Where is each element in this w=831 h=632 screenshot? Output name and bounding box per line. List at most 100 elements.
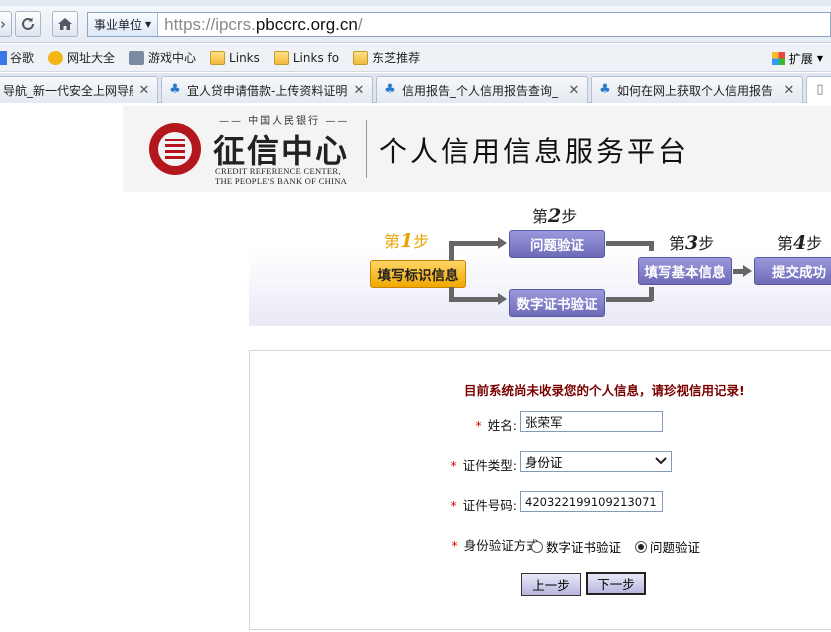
tab-credit-report[interactable]: ♣ 信用报告_个人信用报告查询_ ✕ — [376, 76, 588, 103]
bank-name-cn: —— 中国人民银行 —— — [219, 116, 350, 127]
system-notice: 目前系统尚未收录您的个人信息，请珍视信用记录! — [464, 383, 745, 398]
page-icon: ▯ — [816, 82, 824, 97]
zone-dropdown[interactable]: 事业单位 ▼ — [88, 13, 159, 36]
bookmarks-bar: 谷歌 网址大全 游戏中心 Links Links fo 东芝推荐 扩展 ▼ — [0, 44, 831, 72]
nav-icon — [48, 50, 64, 65]
extensions-label: 扩展 — [788, 52, 813, 66]
id-type-label: * 证件类型: — [450, 458, 517, 473]
radio-cert-verify[interactable]: 数字证书验证 — [531, 537, 621, 556]
bookmark-label: 东芝推荐 — [372, 51, 421, 65]
required-mark: * — [451, 538, 458, 553]
folder-icon — [210, 50, 226, 65]
en-line-2: THE PEOPLE'S BANK OF CHINA — [215, 176, 348, 186]
en-line-1: CREDIT REFERENCE CENTER, — [215, 166, 341, 176]
bookmark-label: 谷歌 — [10, 51, 35, 65]
center-name-en: CREDIT REFERENCE CENTER, THE PEOPLE'S BA… — [215, 166, 347, 186]
step-2-label: 第2步 — [532, 205, 578, 227]
site-banner: —— 中国人民银行 —— 征信中心 CREDIT REFERENCE CENTE… — [123, 106, 831, 192]
required-mark: * — [450, 458, 457, 473]
step-question-verify: 问题验证 — [509, 230, 605, 258]
extensions-icon — [771, 52, 785, 65]
radio-question-verify[interactable]: 问题验证 — [635, 537, 700, 556]
arrow-line — [606, 297, 652, 302]
id-number-label: * 证件号码: — [450, 498, 517, 513]
step-cert-verify: 数字证书验证 — [509, 289, 605, 317]
tab-how-to[interactable]: ♣ 如何在网上获取个人信用报告 ✕ — [591, 76, 803, 103]
chevron-down-icon: ▼ — [816, 54, 823, 63]
forward-button[interactable]: › — [0, 11, 12, 37]
radio-circle[interactable] — [635, 540, 647, 553]
bookmark-links[interactable]: Links — [210, 50, 260, 65]
radio-circle[interactable] — [531, 540, 543, 553]
required-mark: * — [450, 498, 457, 513]
id-type-value: 身份证 — [525, 455, 563, 470]
web-page: —— 中国人民银行 —— 征信中心 CREDIT REFERENCE CENTE… — [0, 104, 831, 632]
site-favicon-icon: ♣ — [384, 82, 396, 97]
arrow-head — [743, 265, 752, 277]
arrow-line — [606, 241, 652, 246]
tab-title: 信用报告_个人信用报告查询_ — [402, 83, 559, 98]
bookmark-url-directory[interactable]: 网址大全 — [48, 49, 115, 66]
folder-icon — [353, 50, 369, 65]
prev-step-button[interactable]: 上一步 — [521, 573, 581, 596]
required-mark: * — [475, 418, 482, 433]
arrow-line — [449, 297, 499, 302]
url-text[interactable]: https://ipcrs.pbccrc.org.cn/ — [164, 15, 362, 35]
banner-divider — [366, 120, 367, 178]
id-number-input[interactable] — [520, 491, 663, 512]
platform-title: 个人信用信息服务平台 — [379, 135, 690, 168]
bookmark-label: 游戏中心 — [148, 51, 197, 65]
bookmark-label: 网址大全 — [67, 51, 116, 65]
step-4-label: 第4步 — [777, 232, 823, 254]
step-progress: 第1步 第2步 第3步 第4步 填写标识信息 问题验证 数字证书验证 填写基本信… — [249, 199, 831, 326]
close-icon[interactable]: ✕ — [567, 83, 581, 98]
id-type-select[interactable]: 身份证 — [520, 451, 672, 472]
close-icon[interactable]: ✕ — [782, 83, 796, 98]
zone-label: 事业单位 — [94, 18, 143, 32]
refresh-icon — [22, 17, 34, 30]
radio-label: 问题验证 — [650, 540, 701, 555]
step-submit-success: 提交成功 — [754, 257, 831, 285]
tab-yirendai[interactable]: ♣ 宜人贷申请借款-上传资料证明 ✕ — [161, 76, 373, 103]
step-1-label: 第1步 — [384, 230, 430, 252]
folder-icon — [273, 50, 289, 65]
game-icon — [129, 50, 145, 65]
bookmark-game-center[interactable]: 游戏中心 — [129, 49, 196, 66]
site-favicon-icon: ♣ — [169, 82, 181, 97]
step-3-label: 第3步 — [669, 232, 715, 254]
name-input[interactable] — [520, 411, 663, 432]
url-suffix: / — [357, 14, 363, 34]
arrow-line — [649, 287, 654, 301]
step-fill-identity: 填写标识信息 — [370, 260, 466, 288]
arrow-line — [449, 241, 499, 246]
address-toolbar: › 事业单位 ▼ https://ipcrs.pbccrc.org.cn/ — [0, 6, 831, 43]
verify-method-label: * 身份验证方式: — [451, 538, 543, 553]
refresh-button[interactable] — [15, 11, 41, 37]
address-bar[interactable]: 事业单位 ▼ https://ipcrs.pbccrc.org.cn/ — [87, 12, 831, 37]
bookmark-links-fo[interactable]: Links fo — [273, 50, 340, 65]
tab-title: 宜人贷申请借款-上传资料证明 — [187, 83, 348, 98]
credit-center-logo — [149, 123, 201, 175]
identity-form: 目前系统尚未收录您的个人信息，请珍视信用记录! *姓名: *证件类型: 身份证 … — [249, 350, 831, 630]
tab-navigation[interactable]: 导航_新一代安全上网导航 ✕ — [0, 76, 158, 103]
home-icon — [58, 18, 72, 30]
bookmark-toshiba[interactable]: 东芝推荐 — [353, 49, 420, 66]
extensions-button[interactable]: 扩展 ▼ — [771, 50, 823, 67]
tab-title: 导航_新一代安全上网导航 — [3, 83, 133, 98]
url-prefix: https://ipcrs. — [164, 14, 256, 34]
site-favicon-icon: ♣ — [599, 82, 611, 97]
chevron-down-icon: ▼ — [145, 20, 152, 29]
bookmark-label: Links — [229, 50, 260, 65]
tab-current[interactable]: ▯ — [806, 76, 831, 103]
bookmark-edge-icon — [0, 50, 7, 65]
bookmark-google[interactable]: 谷歌 — [10, 49, 34, 66]
next-step-button[interactable]: 下一步 — [586, 572, 646, 595]
bookmark-label: Links fo — [292, 50, 340, 65]
url-domain: pbccrc.org.cn — [255, 14, 358, 34]
chevron-down-icon — [655, 455, 667, 468]
arrow-line — [649, 241, 654, 251]
close-icon[interactable]: ✕ — [137, 83, 151, 98]
home-button[interactable] — [52, 11, 78, 37]
close-icon[interactable]: ✕ — [352, 83, 366, 98]
arrow-head — [498, 293, 507, 305]
